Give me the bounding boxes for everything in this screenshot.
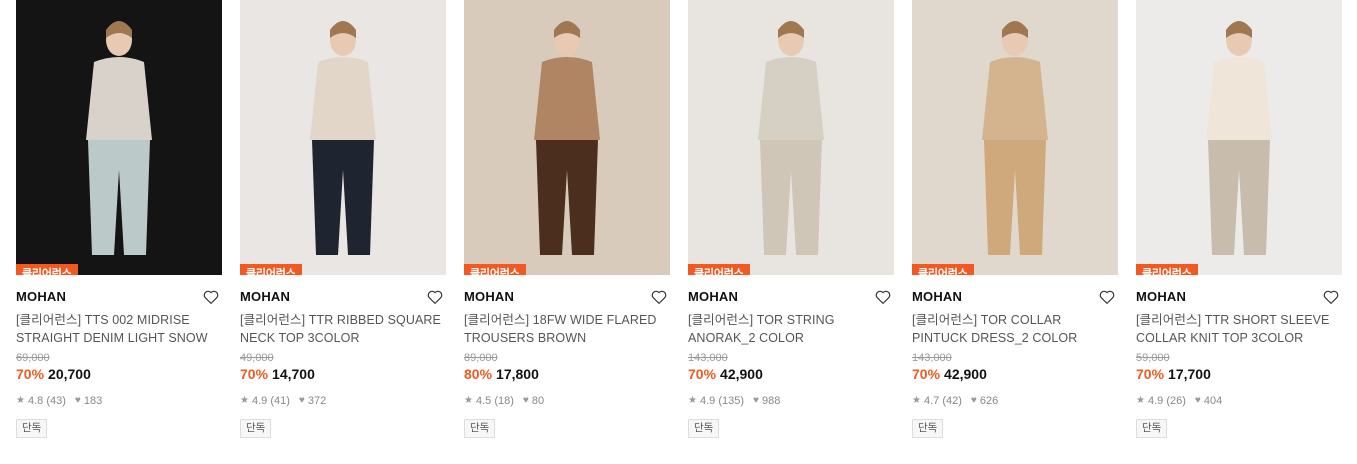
product-card[interactable]: 클리어런스 MOHAN [클리어런스] TTS 002 MIDRISE STRA…	[16, 0, 222, 464]
heart-count-icon: ♥	[1194, 395, 1201, 406]
rating: 4.7	[923, 395, 940, 407]
sale-price: 42,900	[720, 366, 763, 382]
heart-icon[interactable]	[650, 288, 668, 306]
review-count: (42)	[942, 395, 962, 407]
sale-price: 17,800	[496, 366, 539, 382]
sale-price: 20,700	[48, 366, 91, 382]
exclusive-tag: 단독	[688, 419, 720, 438]
star-icon: ★	[688, 395, 697, 406]
exclusive-tag: 단독	[912, 419, 944, 438]
star-icon: ★	[912, 395, 921, 406]
clearance-badge: 클리어런스	[1136, 264, 1198, 275]
like-count: 372	[307, 395, 327, 407]
product-card[interactable]: 클리어런스 MOHAN [클리어런스] TTR SHORT SLEEVE COL…	[1136, 0, 1342, 464]
product-image[interactable]: 클리어런스	[1136, 0, 1342, 275]
heart-count-icon: ♥	[522, 395, 529, 406]
product-name[interactable]: [클리어런스] TOR STRING ANORAK_2 COLOR	[688, 311, 894, 347]
brand-name[interactable]: MOHAN	[912, 288, 1118, 306]
product-image[interactable]: 클리어런스	[240, 0, 446, 275]
brand-name[interactable]: MOHAN	[464, 288, 670, 306]
brand-name[interactable]: MOHAN	[688, 288, 894, 306]
star-icon: ★	[464, 395, 473, 406]
rating: 4.5	[475, 395, 492, 407]
exclusive-tag: 단독	[464, 419, 496, 438]
heart-icon[interactable]	[1098, 288, 1116, 306]
product-image[interactable]: 클리어런스	[16, 0, 222, 275]
heart-icon[interactable]	[874, 288, 892, 306]
clearance-badge: 클리어런스	[240, 264, 302, 275]
discount-rate: 70%	[1136, 366, 1165, 382]
heart-count-icon: ♥	[970, 395, 977, 406]
like-count: 183	[83, 395, 103, 407]
heart-icon[interactable]	[202, 288, 220, 306]
product-card[interactable]: 클리어런스 MOHAN [클리어런스] TOR COLLAR PINTUCK D…	[912, 0, 1118, 464]
product-name[interactable]: [클리어런스] TTR SHORT SLEEVE COLLAR KNIT TOP…	[1136, 311, 1342, 347]
product-grid: 클리어런스 MOHAN [클리어런스] TTS 002 MIDRISE STRA…	[0, 0, 1357, 464]
product-image[interactable]: 클리어런스	[464, 0, 670, 275]
exclusive-tag: 단독	[1136, 419, 1168, 438]
rating: 4.9	[1147, 395, 1164, 407]
discount-rate: 70%	[912, 366, 941, 382]
clearance-badge: 클리어런스	[464, 264, 526, 275]
product-image[interactable]: 클리어런스	[912, 0, 1118, 275]
review-count: (135)	[718, 395, 745, 407]
like-count: 626	[979, 395, 999, 407]
clearance-badge: 클리어런스	[16, 264, 78, 275]
clearance-badge: 클리어런스	[912, 264, 974, 275]
brand-name[interactable]: MOHAN	[16, 288, 222, 306]
product-card[interactable]: 클리어런스 MOHAN [클리어런스] 18FW WIDE FLARED TRO…	[464, 0, 670, 464]
product-name[interactable]: [클리어런스] 18FW WIDE FLARED TROUSERS BROWN	[464, 311, 670, 347]
heart-icon[interactable]	[1322, 288, 1340, 306]
sale-price: 17,700	[1168, 366, 1211, 382]
sale-price: 14,700	[272, 366, 315, 382]
original-price: 69,000	[16, 352, 50, 364]
original-price: 143,000	[688, 352, 728, 364]
rating: 4.9	[251, 395, 268, 407]
product-card[interactable]: 클리어런스 MOHAN [클리어런스] TTR RIBBED SQUARE NE…	[240, 0, 446, 464]
review-count: (26)	[1166, 395, 1186, 407]
original-price: 89,000	[464, 352, 498, 364]
discount-rate: 70%	[688, 366, 717, 382]
brand-name[interactable]: MOHAN	[1136, 288, 1342, 306]
brand-name[interactable]: MOHAN	[240, 288, 446, 306]
sale-price: 42,900	[944, 366, 987, 382]
discount-rate: 70%	[16, 366, 45, 382]
like-count: 80	[531, 395, 545, 407]
like-count: 404	[1203, 395, 1223, 407]
original-price: 49,000	[240, 352, 274, 364]
discount-rate: 70%	[240, 366, 269, 382]
star-icon: ★	[1136, 395, 1145, 406]
like-count: 988	[761, 395, 781, 407]
star-icon: ★	[16, 395, 25, 406]
rating: 4.9	[699, 395, 716, 407]
product-name[interactable]: [클리어런스] TTS 002 MIDRISE STRAIGHT DENIM L…	[16, 311, 222, 347]
review-count: (18)	[494, 395, 514, 407]
original-price: 143,000	[912, 352, 952, 364]
product-image[interactable]: 클리어런스	[688, 0, 894, 275]
product-name[interactable]: [클리어런스] TTR RIBBED SQUARE NECK TOP 3COLO…	[240, 311, 446, 347]
exclusive-tag: 단독	[16, 419, 48, 438]
heart-count-icon: ♥	[753, 395, 759, 406]
review-count: (43)	[46, 395, 66, 407]
clearance-badge: 클리어런스	[688, 264, 750, 275]
exclusive-tag: 단독	[240, 419, 272, 438]
product-card[interactable]: 클리어런스 MOHAN [클리어런스] TOR STRING ANORAK_2 …	[688, 0, 894, 464]
heart-icon[interactable]	[426, 288, 444, 306]
original-price: 59,000	[1136, 352, 1170, 364]
discount-rate: 80%	[464, 366, 493, 382]
star-icon: ★	[240, 395, 249, 406]
review-count: (41)	[270, 395, 290, 407]
rating: 4.8	[27, 395, 44, 407]
heart-count-icon: ♥	[298, 395, 305, 406]
product-name[interactable]: [클리어런스] TOR COLLAR PINTUCK DRESS_2 COLOR	[912, 311, 1118, 347]
heart-count-icon: ♥	[74, 395, 81, 406]
